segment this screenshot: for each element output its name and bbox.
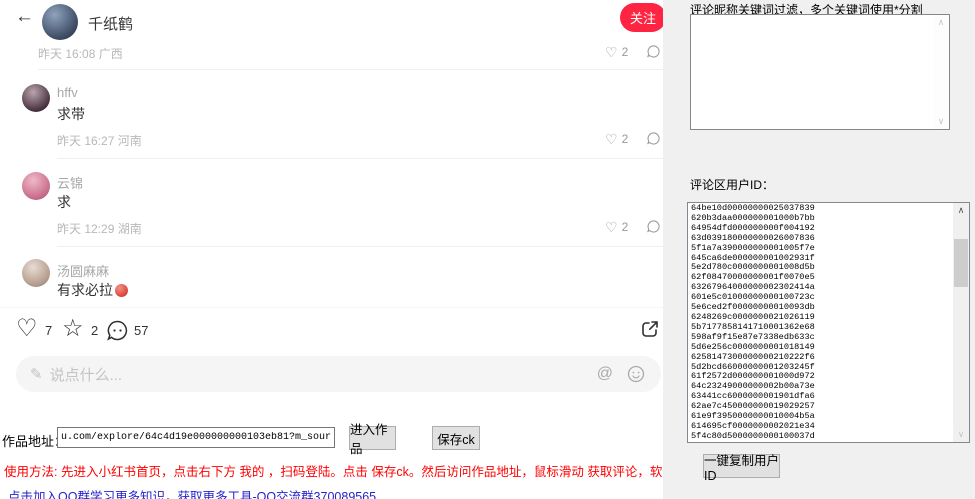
share-icon[interactable] bbox=[639, 318, 661, 340]
usage-instructions: 使用方法: 先进入小红书首页，点击右下方 我的 ，扫码登陆。点击 保存ck。然后… bbox=[4, 461, 725, 480]
comment-like-count: 2 bbox=[622, 220, 629, 234]
heart-icon[interactable]: ♡ bbox=[605, 132, 618, 146]
collect-count: 2 bbox=[91, 323, 98, 338]
comment-like-group: ♡ 2 bbox=[605, 219, 661, 234]
app-window: ← 千纸鹤 关注 昨天 16:08 广西 ♡ 2 hffv 求带 昨天 16:2… bbox=[0, 0, 975, 499]
commenter-name[interactable]: 云锦 bbox=[57, 173, 83, 192]
scroll-down-icon[interactable]: ∨ bbox=[933, 114, 949, 129]
comment-text: 求带 bbox=[57, 104, 85, 124]
commenter-avatar[interactable] bbox=[22, 259, 50, 287]
like-heart-icon[interactable]: ♡ bbox=[16, 317, 38, 341]
extractor-panel: 评论昵称关键词过滤，多个关键词使用*分割 ∧ ∨ 评论区用户ID： 64be10… bbox=[663, 0, 975, 499]
comment-like-group: ♡ 2 bbox=[605, 131, 661, 146]
divider bbox=[0, 307, 663, 308]
commenter-avatar[interactable] bbox=[22, 172, 50, 200]
comment-input-placeholder: 说点什么... bbox=[50, 364, 123, 385]
comment-meta: 昨天 16:27 河南 bbox=[57, 132, 142, 149]
reply-bubble-icon[interactable] bbox=[646, 219, 661, 234]
comment-like-count: 2 bbox=[622, 132, 629, 146]
enter-post-button[interactable]: 进入作品 bbox=[349, 426, 396, 450]
post-like-group: ♡ 2 bbox=[605, 44, 661, 59]
post-url-input[interactable] bbox=[57, 427, 335, 448]
comment-bubble-icon[interactable] bbox=[106, 319, 129, 342]
scroll-up-icon[interactable]: ∧ bbox=[933, 15, 949, 30]
save-ck-button[interactable]: 保存ck bbox=[432, 426, 480, 450]
collect-star-icon[interactable]: ☆ bbox=[62, 317, 84, 341]
heart-icon[interactable]: ♡ bbox=[605, 45, 618, 59]
scroll-down-icon[interactable]: ∨ bbox=[953, 427, 969, 442]
commenter-name[interactable]: 汤圆麻麻 bbox=[57, 261, 109, 280]
comment-text: 求 bbox=[57, 192, 71, 212]
comment-viewer-panel: ← 千纸鹤 关注 昨天 16:08 广西 ♡ 2 hffv 求带 昨天 16:2… bbox=[0, 0, 663, 499]
divider bbox=[57, 158, 663, 159]
emoji-smiley-icon[interactable] bbox=[627, 365, 645, 383]
back-icon[interactable]: ← bbox=[15, 6, 34, 28]
like-count: 7 bbox=[45, 323, 52, 338]
author-name[interactable]: 千纸鹤 bbox=[88, 13, 133, 34]
commenter-avatar[interactable] bbox=[22, 84, 50, 112]
user-ids-list: 64be10d00000000025037839 620b3daa0000000… bbox=[691, 204, 951, 441]
divider bbox=[57, 246, 663, 247]
follow-button[interactable]: 关注 bbox=[620, 3, 666, 32]
post-meta: 昨天 16:08 广西 bbox=[38, 45, 123, 62]
scrollbar-thumb[interactable] bbox=[954, 239, 968, 287]
scroll-up-icon[interactable]: ∧ bbox=[953, 203, 969, 218]
qq-group-link[interactable]: 点击加入QQ群学习更多知识，获取更多工具-QQ交流群370089565 bbox=[8, 486, 376, 499]
comment-input[interactable]: ✎ 说点什么... @ bbox=[16, 356, 661, 392]
reply-bubble-icon[interactable] bbox=[646, 44, 661, 59]
mention-at-icon[interactable]: @ bbox=[597, 365, 613, 383]
comment-count: 57 bbox=[134, 323, 148, 338]
keyword-filter-textarea[interactable]: ∧ ∨ bbox=[690, 14, 950, 130]
pencil-icon: ✎ bbox=[30, 365, 43, 383]
red-face-emoji-icon bbox=[115, 284, 128, 297]
post-like-count: 2 bbox=[622, 45, 629, 59]
comment-text-content: 有求必拉 bbox=[57, 282, 113, 298]
scrollbar[interactable]: ∧ ∨ bbox=[953, 203, 969, 442]
comment-text: 有求必拉 bbox=[57, 280, 128, 300]
user-ids-label: 评论区用户ID： bbox=[690, 176, 774, 193]
copy-user-ids-button[interactable]: 一键复制用户ID bbox=[703, 454, 780, 478]
comment-meta: 昨天 12:29 湖南 bbox=[57, 220, 142, 237]
user-ids-textarea[interactable]: 64be10d00000000025037839 620b3daa0000000… bbox=[687, 202, 970, 443]
commenter-name[interactable]: hffv bbox=[57, 85, 78, 100]
author-avatar[interactable] bbox=[42, 4, 78, 40]
reply-bubble-icon[interactable] bbox=[646, 131, 661, 146]
heart-icon[interactable]: ♡ bbox=[605, 220, 618, 234]
divider bbox=[38, 69, 663, 70]
scrollbar[interactable]: ∧ ∨ bbox=[933, 15, 949, 129]
